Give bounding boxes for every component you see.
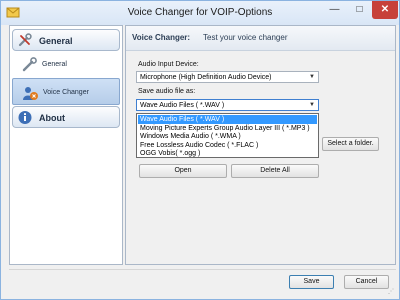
- resize-grip-icon[interactable]: ⋰: [388, 288, 396, 296]
- sidebar-category-label: General: [39, 36, 73, 46]
- sidebar-item-voice-changer[interactable]: Voice Changer: [12, 78, 120, 105]
- sidebar-item-label: Voice Changer: [43, 89, 89, 96]
- footer-divider: [9, 269, 396, 270]
- save-button[interactable]: Save: [289, 275, 334, 289]
- save-as-select[interactable]: Wave Audio Files ( *.WAV ) ▼: [136, 99, 319, 111]
- input-device-select[interactable]: Microphone (High Definition Audio Device…: [136, 71, 319, 83]
- maximize-button[interactable]: □: [347, 1, 372, 19]
- panel-title: Voice Changer:: [132, 33, 191, 42]
- minimize-button[interactable]: —: [322, 1, 347, 19]
- open-button[interactable]: Open: [139, 164, 227, 178]
- save-as-dropdown-list: Wave Audio Files ( *.WAV ) Moving Pictur…: [136, 113, 319, 158]
- voice-changer-icon: [23, 87, 38, 100]
- tools-icon: [18, 33, 32, 47]
- sidebar-category-label: About: [39, 113, 65, 123]
- panel-subtitle: Test your voice changer: [203, 33, 288, 42]
- save-as-label: Save audio file as:: [138, 88, 196, 95]
- dropdown-option[interactable]: OGG Vobis( *.ogg ): [138, 149, 317, 158]
- sidebar-item-general[interactable]: General: [12, 51, 120, 78]
- delete-all-button[interactable]: Delete All: [231, 164, 319, 178]
- sidebar-item-label: General: [42, 61, 67, 68]
- sidebar: General General Voice Changer About: [9, 25, 123, 265]
- input-device-label: Audio Input Device:: [138, 61, 199, 68]
- cancel-button[interactable]: Cancel: [344, 275, 389, 289]
- close-button[interactable]: ✕: [372, 1, 398, 19]
- options-window: Voice Changer for VOIP-Options — □ ✕ Gen…: [0, 0, 400, 300]
- select-folder-button[interactable]: Select a folder.: [322, 137, 379, 151]
- sidebar-category-general[interactable]: General: [12, 29, 120, 51]
- chevron-down-icon: ▼: [309, 74, 315, 80]
- info-icon: [18, 111, 32, 124]
- title-bar[interactable]: Voice Changer for VOIP-Options — □ ✕: [1, 1, 399, 25]
- save-as-value: Wave Audio Files ( *.WAV ): [140, 102, 225, 109]
- input-device-value: Microphone (High Definition Audio Device…: [140, 74, 272, 81]
- chevron-down-icon: ▼: [309, 102, 315, 108]
- sidebar-category-about[interactable]: About: [12, 106, 120, 128]
- panel-header: Voice Changer: Test your voice changer: [126, 26, 395, 51]
- wrench-icon: [22, 57, 37, 72]
